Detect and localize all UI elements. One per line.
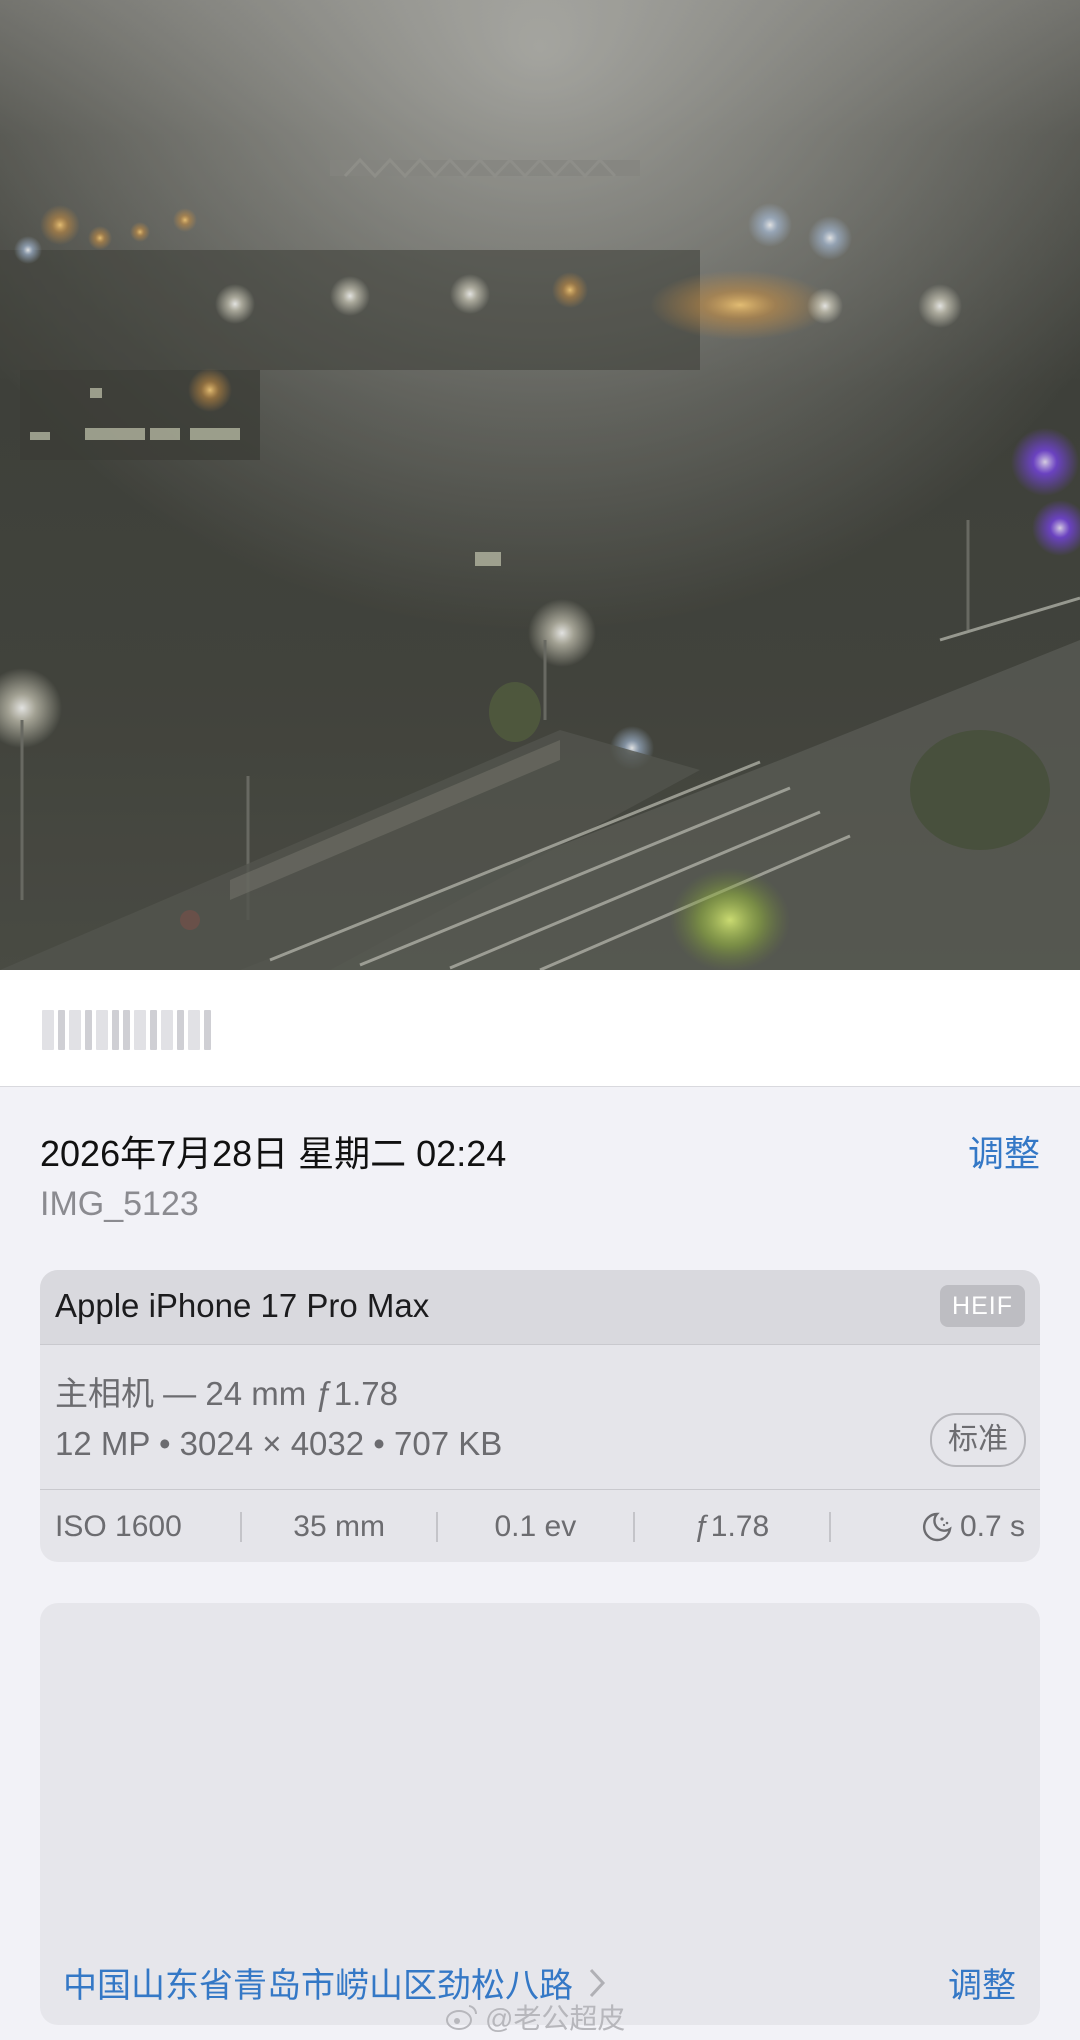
adjust-datetime-button[interactable]: 调整 [968,1125,1040,1177]
thumbnail[interactable] [58,1010,65,1050]
exif-iso: ISO 1600 [55,1509,182,1543]
watermark-text: @老公超皮 [485,2003,626,2034]
location-map[interactable]: 中国山东省青岛市崂山区劲松八路 调整 [40,1603,1040,2025]
thumbnail[interactable] [134,1010,146,1050]
photo-filmstrip[interactable] [0,970,1080,1087]
thumbnail[interactable] [42,1010,54,1050]
exif-focal-length: 35 mm [293,1509,385,1543]
watermark: @老公超皮 [445,1997,625,2037]
exif-shutter: 0.7 s [831,1510,1040,1544]
thumbnail[interactable] [161,1010,173,1050]
thumbnail[interactable] [188,1010,200,1050]
night-mode-icon [922,1512,952,1541]
night-fog-city-image [0,0,1080,970]
weibo-logo-icon [446,2005,478,2030]
thumbnail[interactable] [204,1010,211,1050]
exif-row: ISO 1600 35 mm 0.1 ev ƒ1.78 0.7 s [40,1489,1040,1562]
file-name: IMG_5123 [40,1185,199,1223]
thumbnail-strip[interactable] [42,1010,211,1050]
thumbnail[interactable] [177,1010,184,1050]
exif-exposure-value: 0.1 ev [494,1509,577,1543]
photo-view[interactable] [0,0,1080,970]
chevron-right-icon [589,1968,606,1997]
device-name: Apple iPhone 17 Pro Max [55,1287,430,1324]
camera-info-card: Apple iPhone 17 Pro Max HEIF 主相机 — 24 mm… [40,1270,1040,1562]
photo-info-panel: 2026年7月28日 星期二 02:24 调整 IMG_5123 Apple i… [0,1087,1080,2040]
adjust-location-button[interactable]: 调整 [948,1958,1016,2007]
thumbnail[interactable] [85,1010,92,1050]
thumbnail[interactable] [69,1010,81,1050]
capture-datetime: 2026年7月28日 星期二 02:24 [40,1133,507,1174]
thumbnail[interactable] [96,1010,108,1050]
exif-shutter-value: 0.7 s [959,1509,1025,1543]
thumbnail[interactable] [112,1010,119,1050]
thumbnail[interactable] [150,1010,157,1050]
lens-info: 主相机 — 24 mm ƒ1.78 [55,1375,398,1412]
format-badge: HEIF [940,1285,1025,1327]
camera-card-header: Apple iPhone 17 Pro Max HEIF [40,1270,1040,1345]
exif-aperture: ƒ1.78 [694,1509,770,1543]
image-specs: 12 MP • 3024 × 4032 • 707 KB [55,1425,503,1462]
photographic-style-badge[interactable]: 标准 [930,1413,1026,1467]
thumbnail[interactable] [123,1010,130,1050]
